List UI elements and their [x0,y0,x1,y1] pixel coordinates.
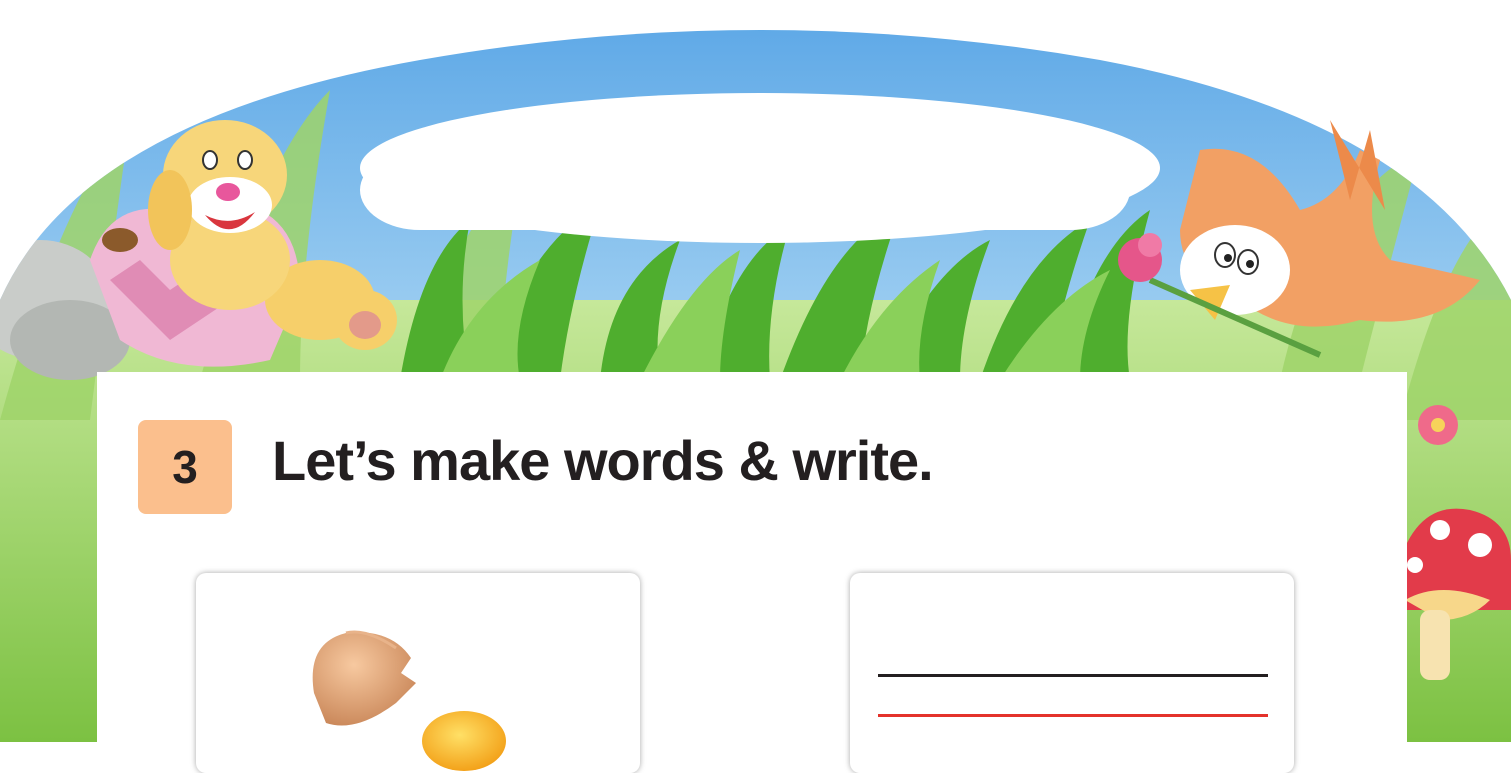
exercise-title: Let’s make words & write. [272,429,934,492]
exercise-number-badge: 3 [138,420,232,514]
writing-card[interactable] [850,573,1294,773]
writing-line-top [878,674,1268,677]
egg-icon [312,630,531,773]
writing-line-baseline [878,714,1268,717]
picture-card [196,573,640,773]
